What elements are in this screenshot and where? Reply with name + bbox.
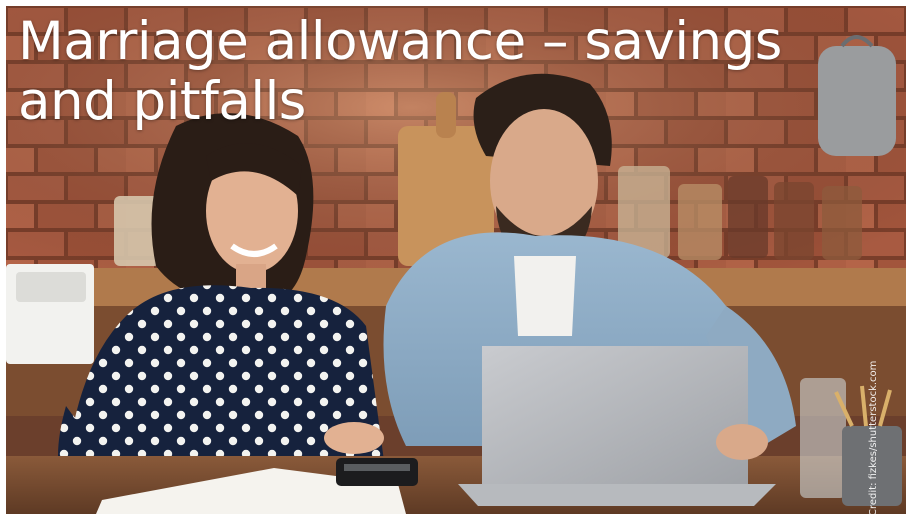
article-hero-image: Marriage allowance – savings and pitfall… (6, 6, 906, 514)
headline: Marriage allowance – savings and pitfall… (18, 11, 782, 132)
photo-credit: Credit: fizkes/shutterstock.com (868, 360, 879, 514)
